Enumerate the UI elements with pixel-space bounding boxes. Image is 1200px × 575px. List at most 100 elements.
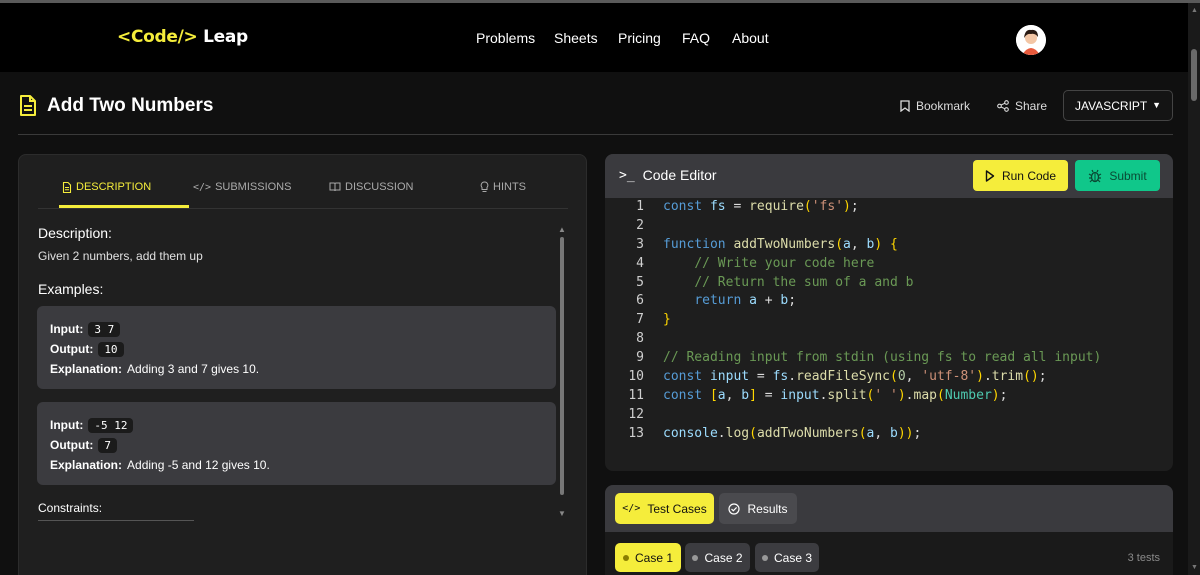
- run-code-button[interactable]: Run Code: [973, 160, 1068, 191]
- tab-description[interactable]: DESCRIPTION: [62, 181, 151, 193]
- tab-results[interactable]: Results: [719, 493, 797, 524]
- example-input-row: Input: -5 12: [50, 415, 556, 435]
- code-area[interactable]: 1 const fs = require('fs'); 2 3 function a…: [605, 198, 1173, 444]
- tab-hints-label: HINTS: [493, 181, 526, 193]
- terminal-icon: >_: [619, 167, 635, 183]
- tab-submissions[interactable]: </> SUBMISSIONS: [193, 181, 291, 193]
- tab-test-cases[interactable]: </> Test Cases: [615, 493, 714, 524]
- code-line: 6 return a + b;: [605, 292, 1173, 311]
- panel-tabs: DESCRIPTION </> SUBMISSIONS DISCUSSION H…: [38, 173, 568, 209]
- code-text: console.log(addTwoNumbers(a, b));: [663, 425, 922, 441]
- test-count: 3 tests: [1127, 552, 1160, 564]
- explanation-label: Explanation:: [50, 458, 123, 472]
- scroll-down-icon[interactable]: ▼: [558, 509, 566, 518]
- example-input-value: -5 12: [88, 417, 134, 433]
- page-scrollbar-thumb[interactable]: [1191, 49, 1197, 101]
- nav-problems[interactable]: Problems: [476, 30, 556, 46]
- description-text: Given 2 numbers, add them up: [38, 249, 203, 263]
- user-avatar-icon: [1016, 25, 1046, 55]
- editor-header: >_ Code Editor Run Code Submit: [605, 154, 1173, 198]
- page-title: Add Two Numbers: [47, 95, 214, 116]
- scroll-down-icon[interactable]: ▼: [1191, 564, 1198, 571]
- language-selected-value: JAVASCRIPT: [1075, 98, 1148, 113]
- example-output-value: 7: [98, 437, 117, 453]
- avatar[interactable]: [1016, 25, 1046, 55]
- bug-icon: [1089, 169, 1102, 182]
- bookmark-label: Bookmark: [916, 99, 971, 113]
- nav-faq[interactable]: FAQ: [682, 30, 722, 46]
- code-line: 10 const input = fs.readFileSync(0, 'utf-…: [605, 368, 1173, 387]
- share-icon: [997, 100, 1009, 112]
- bookmark-icon: [900, 100, 910, 112]
- tab-hints[interactable]: HINTS: [480, 181, 526, 193]
- example-output-row: Output: 7: [50, 435, 556, 455]
- case-label: Case 1: [634, 550, 674, 565]
- output-label: Output:: [50, 438, 94, 452]
- code-text: const [a, b] = input.split(' ').map(Numb…: [663, 387, 1008, 403]
- tab-discussion[interactable]: DISCUSSION: [329, 181, 413, 193]
- code-text: const input = fs.readFileSync(0, 'utf-8'…: [663, 369, 1047, 385]
- test-panel-header: </> Test Cases Results: [605, 485, 1173, 532]
- scroll-up-icon[interactable]: ▲: [1191, 7, 1198, 14]
- input-label: Input:: [50, 322, 84, 336]
- code-line: 12: [605, 406, 1173, 425]
- language-select[interactable]: JAVASCRIPT ▼: [1063, 90, 1173, 121]
- test-panel: </> Test Cases Results Case 1 Case 2 Cas…: [605, 485, 1173, 575]
- code-text: // Reading input from stdin (using fs to…: [663, 350, 1102, 366]
- example-input-row: Input: 3 7: [50, 319, 556, 339]
- case-1-button[interactable]: Case 1: [615, 543, 681, 572]
- code-text: // Write your code here: [694, 255, 875, 271]
- nav-about[interactable]: About: [732, 30, 782, 46]
- line-number: 12: [628, 406, 644, 422]
- tab-description-label: DESCRIPTION: [76, 181, 152, 193]
- editor-title-label: Code Editor: [642, 167, 717, 183]
- lightbulb-icon: [480, 181, 489, 192]
- constraints-heading: Constraints:: [38, 501, 103, 515]
- code-line: 11 const [a, b] = input.split(' ').map(Nu…: [605, 387, 1173, 406]
- status-dot-icon: [692, 554, 699, 561]
- chevron-down-icon: ▼: [1152, 100, 1161, 110]
- line-number: 1: [636, 199, 644, 214]
- line-number: 13: [628, 425, 644, 441]
- line-number: 10: [628, 369, 644, 385]
- example-explanation-text: Adding -5 and 12 gives 10.: [127, 458, 270, 472]
- case-3-button[interactable]: Case 3: [755, 543, 819, 572]
- example-card: Input: 3 7 Output: 10 Explanation: Addin…: [37, 306, 556, 389]
- bookmark-button[interactable]: Bookmark: [900, 95, 970, 117]
- line-number: 6: [636, 293, 644, 309]
- tab-results-label: Results: [747, 501, 788, 516]
- code-editor: >_ Code Editor Run Code Submit 1 const fs…: [605, 154, 1173, 471]
- submit-button[interactable]: Submit: [1075, 160, 1160, 191]
- scroll-up-icon[interactable]: ▲: [558, 225, 566, 234]
- description-scrollbar-thumb[interactable]: [560, 237, 564, 495]
- code-icon: </>: [622, 503, 641, 514]
- problem-title-bar: Add Two Numbers Bookmark Share JAVASCRIP…: [18, 83, 1173, 135]
- active-tab-indicator: [59, 205, 189, 208]
- code-line: 1 const fs = require('fs');: [605, 198, 1173, 217]
- example-explanation-text: Adding 3 and 7 gives 10.: [127, 362, 260, 376]
- description-scrollbar[interactable]: ▲ ▼: [558, 225, 566, 520]
- logo-leap-text: Leap: [203, 27, 248, 47]
- code-line: 7}: [605, 311, 1173, 330]
- nav-sheets[interactable]: Sheets: [554, 30, 614, 46]
- code-line: 9 // Reading input from stdin (using fs t…: [605, 349, 1173, 368]
- code-icon: </>: [193, 181, 212, 193]
- case-label: Case 2: [704, 550, 743, 565]
- top-navbar: <Code/> Leap Problems Sheets Pricing FAQ…: [0, 0, 1200, 72]
- code-line: 5 // Return the sum of a and b: [605, 274, 1173, 293]
- explanation-label: Explanation:: [50, 362, 123, 376]
- share-button[interactable]: Share: [997, 95, 1047, 117]
- submit-label: Submit: [1109, 168, 1147, 183]
- logo[interactable]: <Code/> Leap: [117, 27, 248, 47]
- line-number: 8: [636, 331, 644, 347]
- tab-discussion-label: DISCUSSION: [345, 181, 414, 193]
- book-open-icon: [329, 182, 341, 192]
- description-heading: Description:: [38, 225, 112, 241]
- share-label: Share: [1015, 99, 1048, 113]
- case-2-button[interactable]: Case 2: [685, 543, 750, 572]
- code-text: // Return the sum of a and b: [694, 274, 914, 290]
- page-scrollbar[interactable]: ▲ ▼: [1188, 3, 1200, 575]
- nav-pricing[interactable]: Pricing: [618, 30, 678, 46]
- status-dot-icon: [761, 554, 768, 561]
- code-text: function addTwoNumbers(a, b) {: [663, 236, 898, 252]
